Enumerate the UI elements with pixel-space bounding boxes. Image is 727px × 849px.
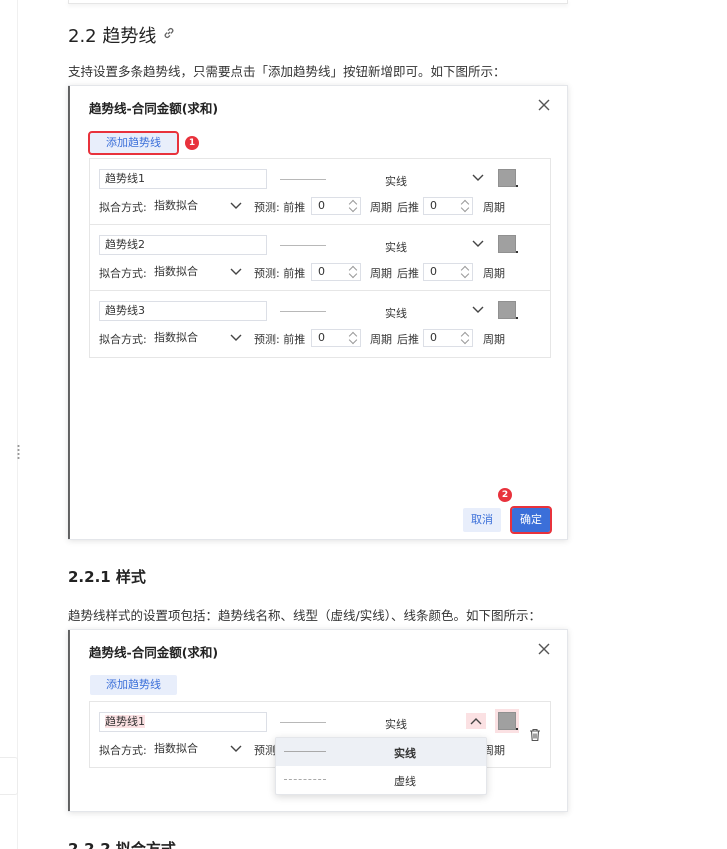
chevron-down-icon[interactable] (230, 745, 242, 753)
color-picker[interactable] (498, 235, 518, 253)
previous-image-edge (68, 0, 568, 4)
sub-heading: 2.2.1 样式 (68, 568, 146, 586)
fit-method-label: 拟合方式: (99, 744, 147, 757)
predict-forward-label: 预测: 前推 (254, 333, 306, 346)
trendline-row: 趋势线2 实线 拟合方式: 指数拟合 预测: 前推 0 周期 后推 0 周期 (90, 225, 550, 291)
trendline-style-dialog: 趋势线-合同金额(求和) 添加趋势线 趋势线1 实线 拟合方式: 指数拟合 预测… (68, 629, 568, 812)
forward-unit-label: 周期 (370, 333, 392, 346)
color-picker[interactable] (495, 709, 519, 733)
forward-period-stepper[interactable]: 0 (311, 329, 361, 347)
chevron-down-icon[interactable] (230, 334, 242, 342)
back-period-stepper[interactable]: 0 (423, 263, 473, 281)
trendline-name-input[interactable]: 趋势线2 (99, 235, 267, 255)
predict-back-label: 后推 (397, 267, 419, 280)
intro-paragraph: 支持设置多条趋势线，只需要点击「添加趋势线」按钮新增即可。如下图所示： (68, 64, 506, 79)
cancel-button[interactable]: 取消 (463, 508, 501, 532)
add-trendline-button[interactable]: 添加趋势线 (88, 131, 179, 155)
section-heading: 2.2 趋势线 (68, 26, 157, 47)
option-dashed[interactable]: 虚线 (276, 766, 486, 794)
drag-handle-icon[interactable] (17, 444, 20, 460)
predict-forward-label: 预测: 前推 (254, 267, 306, 280)
step-badge-2: 2 (498, 488, 512, 502)
chevron-down-icon[interactable] (230, 268, 242, 276)
line-type-select[interactable]: 实线 (385, 716, 407, 732)
color-picker[interactable] (498, 169, 518, 187)
line-style-preview (280, 179, 326, 180)
fit-method-label: 拟合方式: (99, 267, 147, 280)
option-label: 实线 (394, 747, 416, 760)
link-icon[interactable] (162, 26, 176, 40)
style-paragraph: 趋势线样式的设置项包括：趋势线名称、线型（虚线/实线）、线条颜色。如下图所示： (68, 608, 541, 623)
delete-icon[interactable] (528, 728, 542, 742)
chevron-down-icon[interactable] (472, 306, 484, 314)
predict-back-label: 后推 (397, 201, 419, 214)
chevron-up-icon[interactable] (466, 713, 486, 729)
chevron-down-icon[interactable] (472, 174, 484, 182)
trendline-name-input[interactable]: 趋势线1 (99, 169, 267, 189)
option-label: 虚线 (394, 775, 416, 788)
line-type-dropdown: 实线 虚线 (275, 737, 487, 795)
dialog-title: 趋势线-合同金额(求和) (89, 645, 219, 660)
solid-line-preview (284, 751, 326, 752)
trendline-row: 趋势线3 实线 拟合方式: 指数拟合 预测: 前推 0 周期 后推 0 周期 (90, 291, 550, 357)
dialog-title: 趋势线-合同金额(求和) (89, 101, 219, 116)
trendline-row: 趋势线1 实线 拟合方式: 指数拟合 预测: 前推 0 周期 后推 0 周期 (90, 159, 550, 225)
fit-method-label: 拟合方式: (99, 201, 147, 214)
step-badge-1: 1 (185, 136, 199, 150)
trendline-name-input[interactable]: 趋势线3 (99, 301, 267, 321)
forward-unit-label: 周期 (370, 201, 392, 214)
close-icon[interactable] (537, 98, 551, 112)
back-period-stepper[interactable]: 0 (423, 329, 473, 347)
dashed-line-preview (284, 779, 326, 780)
trendline-dialog: 趋势线-合同金额(求和) 添加趋势线 1 趋势线1 实线 拟合方式: 指数拟合 … (68, 85, 568, 540)
back-unit-label: 周期 (483, 267, 505, 280)
line-type-select[interactable]: 实线 (385, 305, 407, 321)
name-highlight: 趋势线1 (105, 715, 145, 728)
trendline-name-input[interactable]: 趋势线1 (99, 712, 267, 732)
back-period-stepper[interactable]: 0 (423, 197, 473, 215)
left-gutter (0, 0, 18, 849)
predict-forward-label: 预测: 前推 (254, 201, 306, 214)
trendline-list: 趋势线1 实线 拟合方式: 指数拟合 预测: 前推 0 周期 后推 0 周期 趋… (89, 158, 551, 358)
line-type-select[interactable]: 实线 (385, 239, 407, 255)
option-solid[interactable]: 实线 (276, 738, 486, 766)
line-style-preview (280, 311, 326, 312)
back-unit-label: 周期 (483, 333, 505, 346)
next-heading: 2.2.2 拟合方式 (68, 840, 176, 849)
forward-period-stepper[interactable]: 0 (311, 197, 361, 215)
forward-period-stepper[interactable]: 0 (311, 263, 361, 281)
line-style-preview (280, 245, 326, 246)
confirm-button[interactable]: 确定 (510, 506, 552, 534)
chevron-down-icon[interactable] (230, 202, 242, 210)
predict-forward-label: 预测 (254, 744, 276, 757)
add-trendline-button[interactable]: 添加趋势线 (90, 675, 177, 695)
chevron-down-icon[interactable] (472, 240, 484, 248)
gutter-panel (0, 757, 18, 795)
close-icon[interactable] (537, 642, 551, 656)
line-type-select[interactable]: 实线 (385, 173, 407, 189)
back-unit-label: 周期 (483, 201, 505, 214)
line-style-preview (280, 722, 326, 723)
predict-back-label: 后推 (397, 333, 419, 346)
color-picker[interactable] (498, 301, 518, 319)
forward-unit-label: 周期 (370, 267, 392, 280)
fit-method-label: 拟合方式: (99, 333, 147, 346)
